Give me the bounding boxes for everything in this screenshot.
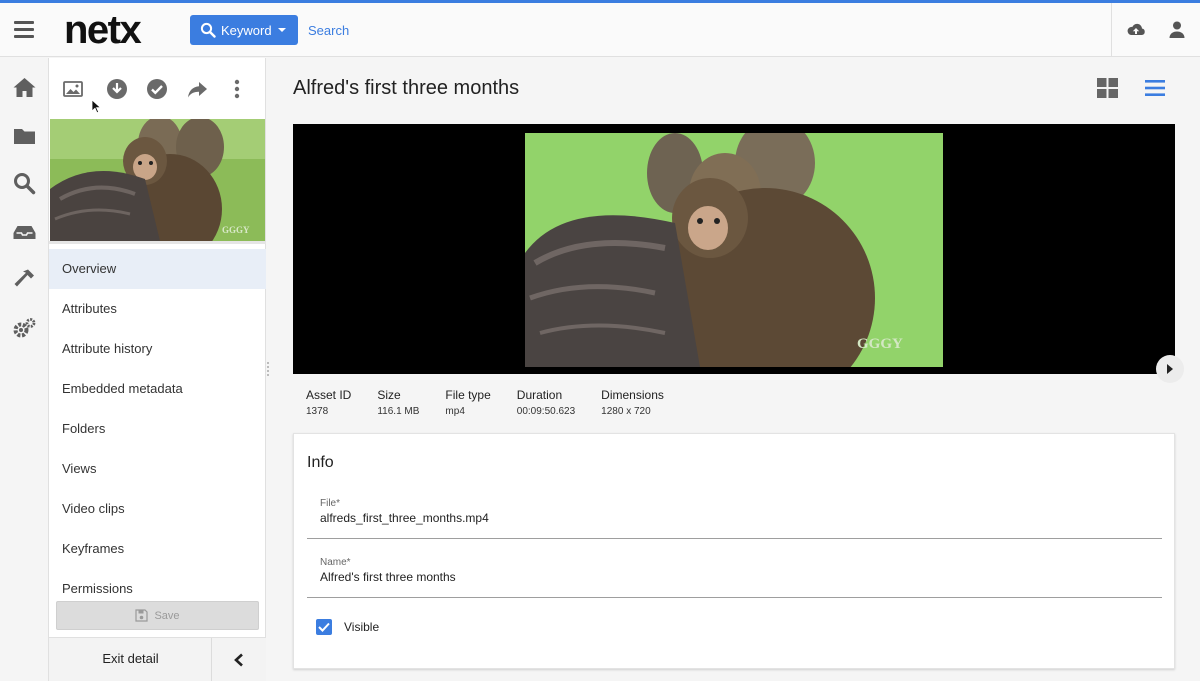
gears-icon[interactable] xyxy=(12,316,37,341)
search-input[interactable] xyxy=(308,17,608,43)
save-button[interactable]: Save xyxy=(56,601,259,630)
share-icon[interactable] xyxy=(186,78,208,100)
app-header: netx Keyword xyxy=(0,3,1200,57)
meta-size: Size 116.1 MB xyxy=(377,388,420,417)
grid-view-icon[interactable] xyxy=(1097,78,1118,98)
menu-item-overview[interactable]: Overview xyxy=(49,249,266,289)
meta-duration: Duration 00:09:50.623 xyxy=(516,388,576,417)
thumbnail-progress-bar xyxy=(49,241,266,244)
file-field: File* xyxy=(307,491,1162,539)
keyword-search-dropdown[interactable]: Keyword xyxy=(190,15,298,45)
name-field-label: Name* xyxy=(320,557,351,568)
menu-item-keyframes[interactable]: Keyframes xyxy=(49,529,266,569)
asset-toolbar xyxy=(49,58,266,118)
save-icon xyxy=(135,609,149,622)
thumbnail-watermark: GGGY xyxy=(222,225,250,235)
cloud-upload-icon[interactable] xyxy=(1126,20,1146,40)
mouse-cursor-icon xyxy=(91,99,101,114)
user-icon[interactable] xyxy=(1168,20,1186,40)
inbox-icon[interactable] xyxy=(12,220,37,245)
video-player[interactable]: GGGY xyxy=(293,124,1175,374)
hammer-icon[interactable] xyxy=(12,267,37,292)
meta-file-type: File type mp4 xyxy=(445,388,491,417)
search-icon xyxy=(200,22,216,38)
file-field-label: File* xyxy=(320,498,341,509)
hamburger-menu-icon[interactable] xyxy=(14,21,34,38)
checkmark-icon xyxy=(318,622,330,632)
header-divider xyxy=(1111,3,1112,57)
list-view-icon[interactable] xyxy=(1145,79,1165,97)
panel-footer: Exit detail xyxy=(49,637,266,681)
download-icon[interactable] xyxy=(106,78,128,100)
asset-thumbnail[interactable]: GGGY xyxy=(50,119,265,241)
video-watermark: GGGY xyxy=(857,336,903,352)
video-frame: GGGY xyxy=(525,133,943,367)
info-title: Info xyxy=(307,454,334,471)
image-icon[interactable] xyxy=(62,78,84,100)
menu-item-embedded-metadata[interactable]: Embedded metadata xyxy=(49,369,266,409)
next-asset-arrow-icon[interactable] xyxy=(1155,354,1185,384)
menu-item-attribute-history[interactable]: Attribute history xyxy=(49,329,266,369)
menu-item-folders[interactable]: Folders xyxy=(49,409,266,449)
save-label: Save xyxy=(154,609,180,622)
chevron-down-icon xyxy=(277,28,286,32)
page-title: Alfred's first three months xyxy=(293,77,520,99)
menu-item-permissions[interactable]: Permissions xyxy=(49,569,266,594)
more-vertical-icon[interactable] xyxy=(226,78,248,100)
info-card: Info File* Name* Visible xyxy=(293,433,1175,669)
app-logo: netx xyxy=(64,8,142,52)
detail-panel: GGGY Overview Attributes Attribute histo… xyxy=(49,58,266,681)
nav-rail xyxy=(0,58,49,681)
detail-menu: Overview Attributes Attribute history Em… xyxy=(49,249,266,594)
menu-item-attributes[interactable]: Attributes xyxy=(49,289,266,329)
keyword-label: Keyword xyxy=(221,22,272,38)
asset-metadata-strip: Asset ID 1378 Size 116.1 MB File type mp… xyxy=(306,388,690,417)
exit-detail-button[interactable]: Exit detail xyxy=(49,638,212,681)
file-input[interactable] xyxy=(320,511,1150,525)
visible-checkbox[interactable] xyxy=(316,619,332,635)
name-field: Name* xyxy=(307,550,1162,598)
search-icon[interactable] xyxy=(12,171,37,196)
collapse-panel-button[interactable] xyxy=(212,638,266,681)
visible-checkbox-row[interactable]: Visible xyxy=(316,619,379,635)
chevron-left-icon xyxy=(234,653,243,667)
home-icon[interactable] xyxy=(12,75,37,100)
meta-dimensions: Dimensions 1280 x 720 xyxy=(601,388,664,417)
folder-icon[interactable] xyxy=(12,124,37,149)
check-circle-icon[interactable] xyxy=(146,78,168,100)
menu-item-video-clips[interactable]: Video clips xyxy=(49,489,266,529)
visible-label: Visible xyxy=(344,620,380,634)
name-input[interactable] xyxy=(320,570,1150,584)
meta-asset-id: Asset ID 1378 xyxy=(306,388,352,417)
main-content: Alfred's first three months GGGY Asset I… xyxy=(271,58,1200,681)
menu-item-views[interactable]: Views xyxy=(49,449,266,489)
